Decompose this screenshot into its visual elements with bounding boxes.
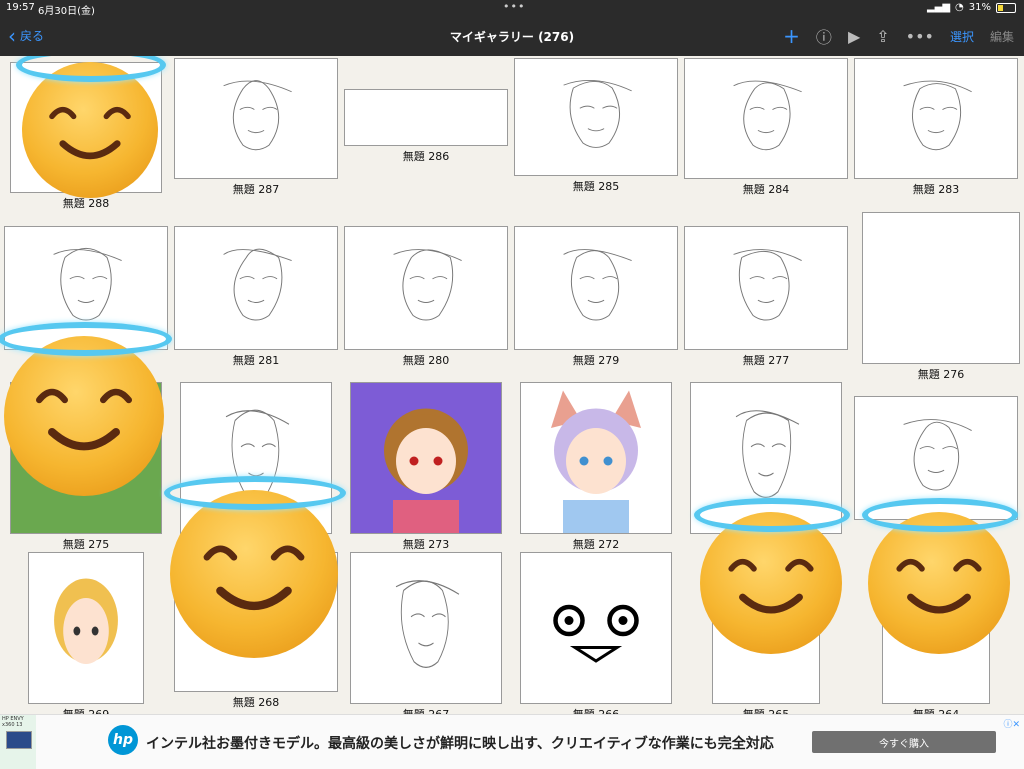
info-icon[interactable]: ⓘ — [816, 24, 832, 48]
status-time: 19:57 — [6, 2, 35, 13]
artwork-thumbnail[interactable] — [684, 58, 848, 179]
smiling-face-icon — [728, 558, 814, 614]
ad-banner[interactable]: HP ENVY x360 13 hp インテル社お墨付きモデル。最高級の美しさが… — [0, 714, 1024, 769]
hp-logo: hp — [108, 725, 138, 755]
artwork-caption: 無題 285 — [572, 180, 620, 193]
play-icon[interactable]: ▶ — [848, 27, 860, 46]
artwork-caption: 無題 272 — [572, 538, 620, 551]
artwork-caption: 無題 277 — [742, 354, 790, 367]
artwork-caption: 無題 279 — [572, 354, 620, 367]
ad-product-image[interactable]: HP ENVY x360 13 — [0, 715, 36, 769]
artwork-caption: 無題 286 — [402, 150, 450, 163]
status-date: 6月30日(金) — [38, 6, 95, 17]
color-illustration — [29, 553, 143, 703]
artwork-thumbnail[interactable] — [350, 552, 502, 704]
artwork-thumbnail[interactable] — [854, 58, 1018, 179]
sketch-drawing — [563, 80, 632, 148]
smiley-sticker — [700, 512, 842, 654]
artwork-caption: 無題 268 — [232, 696, 280, 709]
select-button[interactable]: 選択 — [950, 28, 974, 45]
ad-text: インテル社お墨付きモデル。最高級の美しさが鮮明に映し出す、クリエイティブな作業に… — [146, 736, 774, 752]
artwork-thumbnail[interactable] — [344, 226, 508, 350]
artwork-thumbnail[interactable] — [684, 226, 848, 350]
artwork-thumbnail[interactable] — [344, 89, 508, 146]
smiling-face-icon — [49, 106, 131, 160]
toolbar: + ⓘ ▶ ⇪ ••• 選択 編集 — [783, 24, 1014, 48]
artwork-caption: 無題 276 — [917, 368, 965, 381]
artwork-caption: 無題 281 — [232, 354, 280, 367]
smiling-face-icon — [36, 388, 132, 451]
smiley-sticker — [4, 336, 164, 496]
smiley-sticker — [22, 62, 158, 198]
laptop-icon — [6, 731, 32, 749]
artwork-caption: 無題 267 — [350, 706, 502, 714]
artwork-thumbnail[interactable] — [520, 382, 672, 534]
artwork-thumbnail[interactable] — [862, 212, 1020, 364]
sketch-drawing — [395, 580, 460, 668]
sketch-drawing — [223, 80, 292, 151]
artwork-caption: 無題 265 — [712, 706, 820, 714]
artwork-caption: 無題 266 — [520, 706, 672, 714]
artwork-caption: 無題 287 — [232, 183, 280, 196]
artwork-caption: 無題 284 — [742, 183, 790, 196]
smiling-face-icon — [203, 545, 305, 611]
gallery-grid: 無題 288 無題 287 無題 286 無題 285 無題 284 無題 28… — [0, 56, 1024, 714]
artwork-caption: 無題 269 — [28, 706, 144, 714]
ad-info-icon[interactable]: ⓘ✕ — [1003, 717, 1020, 730]
halo-icon — [164, 476, 346, 510]
color-illustration — [521, 383, 671, 533]
sketch-drawing — [733, 249, 802, 321]
artwork-thumbnail[interactable] — [174, 226, 338, 350]
edit-button[interactable]: 編集 — [990, 28, 1014, 45]
top-bar: 19:57 6月30日(金) ••• ▂▄▆ ◔ 31% ‹ 戻る マイギャラリ… — [0, 0, 1024, 56]
halo-icon — [694, 498, 850, 532]
signal-icon: ▂▄▆ — [926, 2, 951, 13]
sketch-drawing — [903, 80, 972, 151]
artwork-thumbnail[interactable] — [514, 58, 678, 176]
artwork-caption: 無題 283 — [912, 183, 960, 196]
sketch-drawing — [393, 249, 462, 321]
plus-icon[interactable]: + — [783, 24, 800, 48]
sketch-drawing — [223, 248, 292, 321]
battery-percent: 31% — [968, 2, 991, 13]
artwork-thumbnail[interactable] — [520, 552, 672, 704]
wifi-icon: ◔ — [955, 2, 964, 13]
sketch-drawing — [733, 80, 802, 151]
artwork-thumbnail[interactable] — [514, 226, 678, 350]
sketch-drawing — [563, 249, 632, 321]
artwork-caption: 無題 275 — [62, 538, 110, 551]
more-icon[interactable]: ••• — [906, 27, 934, 46]
ad-left-text: HP ENVY x360 13 — [2, 716, 24, 728]
artwork-thumbnail[interactable] — [28, 552, 144, 704]
smiling-face-icon — [896, 558, 982, 614]
ad-buy-button[interactable]: 今すぐ購入 — [812, 731, 996, 753]
artwork-caption: 無題 264 — [882, 706, 990, 714]
smiley-sticker — [170, 490, 338, 658]
artwork-caption: 無題 280 — [402, 354, 450, 367]
face-drawing — [553, 604, 639, 663]
status-right: ▂▄▆ ◔ 31% — [927, 2, 1016, 13]
halo-icon — [0, 322, 172, 356]
artwork-caption: 無題 273 — [402, 538, 450, 551]
color-illustration — [351, 383, 501, 533]
artwork-thumbnail[interactable] — [174, 58, 338, 179]
artwork-thumbnail[interactable] — [350, 382, 502, 534]
halo-icon — [862, 498, 1018, 532]
share-icon[interactable]: ⇪ — [876, 27, 889, 46]
multitask-dots[interactable]: ••• — [503, 0, 525, 13]
smiley-sticker — [868, 512, 1010, 654]
battery-icon — [996, 2, 1016, 13]
